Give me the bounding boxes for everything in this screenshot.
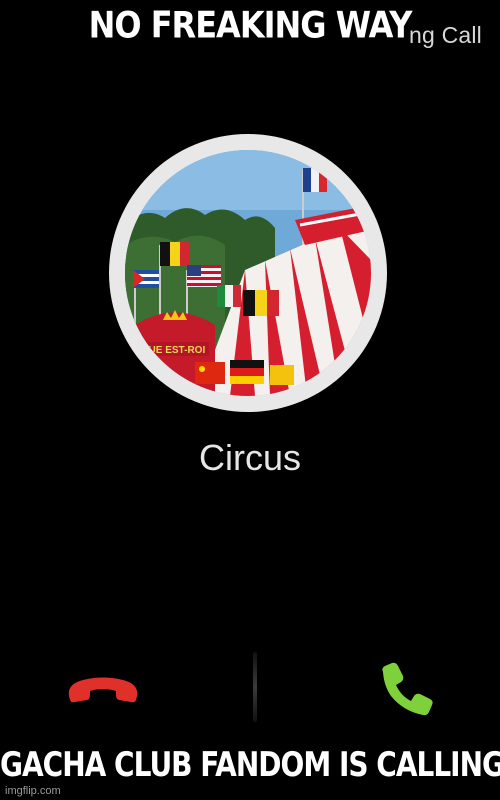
accept-call-button[interactable] (345, 650, 465, 730)
top-caption: NO FREAKING WAY (88, 3, 413, 47)
phone-hangup-icon (68, 677, 138, 703)
phone-answer-icon (382, 662, 433, 716)
contact-avatar: QUE EST-ROI (125, 150, 371, 396)
bottom-caption: GACHA CLUB FANDOM IS CALLING (0, 744, 500, 785)
incoming-call-screen: ng Call QUE EST-ROI Circus NO FREAKING W… (0, 0, 500, 800)
decline-call-button[interactable] (43, 650, 163, 730)
circus-tent-photo: QUE EST-ROI (125, 150, 371, 396)
imgflip-watermark: imgflip.com (5, 785, 61, 797)
contact-name: Circus (198, 437, 301, 478)
button-divider (253, 652, 257, 722)
